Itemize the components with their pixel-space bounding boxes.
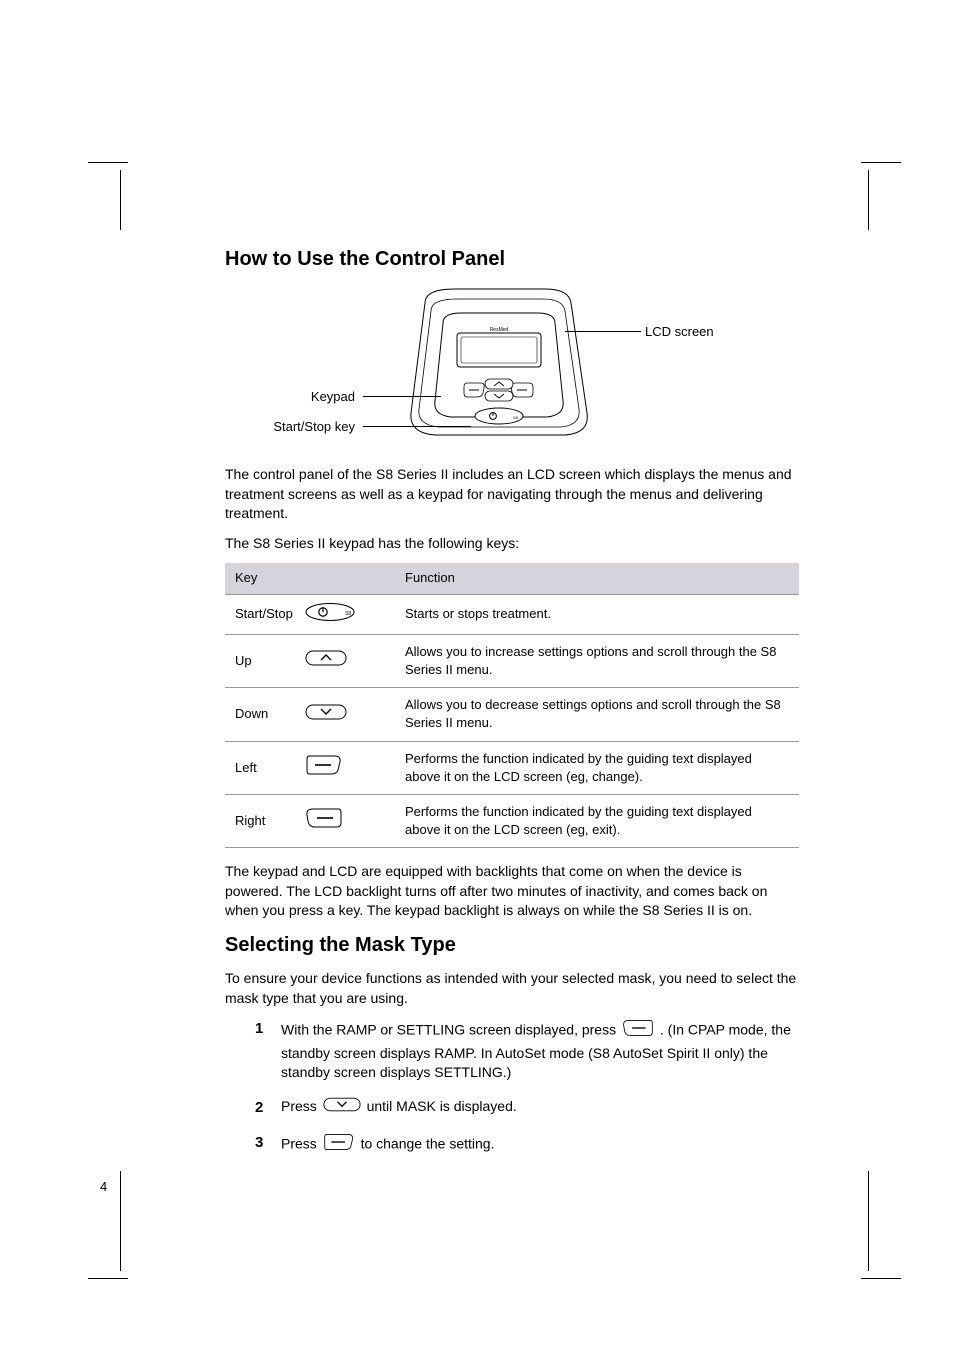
key-function: Performs the function indicated by the g… <box>395 741 799 794</box>
key-function: Performs the function indicated by the g… <box>395 794 799 847</box>
svg-text:ResMed: ResMed <box>490 327 509 333</box>
table-header-function: Function <box>395 563 799 594</box>
steps-list: 1 With the RAMP or SETTLING screen displ… <box>255 1018 799 1157</box>
step-number: 1 <box>255 1018 263 1039</box>
crop-mark <box>868 1171 869 1271</box>
paragraph-intro1: The control panel of the S8 Series II in… <box>225 465 799 524</box>
keys-table: Key Function Start/Stop Starts or stops … <box>225 563 799 848</box>
crop-mark <box>88 1278 128 1279</box>
table-row: Down Allows you to decrease settings opt… <box>225 688 799 741</box>
table-row: Right Performs the function indicated by… <box>225 794 799 847</box>
left-icon <box>323 1132 355 1158</box>
step-item: 2 Press until MASK is displayed. <box>255 1097 799 1118</box>
crop-mark <box>120 1171 121 1271</box>
step-text-post: to change the setting. <box>361 1135 495 1151</box>
step-text-post: until MASK is displayed. <box>367 1098 517 1114</box>
key-function: Allows you to increase settings options … <box>395 634 799 687</box>
left-icon <box>305 754 343 781</box>
up-icon <box>305 650 347 671</box>
crop-mark <box>868 170 869 230</box>
leader-line <box>363 426 471 427</box>
section-heading-control-panel: How to Use the Control Panel <box>225 245 799 273</box>
key-function: Allows you to decrease settings options … <box>395 688 799 741</box>
key-function: Starts or stops treatment. <box>395 594 799 634</box>
step-number: 2 <box>255 1097 263 1118</box>
diagram-label-keypad: Keypad <box>260 388 355 406</box>
paragraph-outro: The keypad and LCD are equipped with bac… <box>225 862 799 921</box>
step-item: 1 With the RAMP or SETTLING screen displ… <box>255 1018 799 1083</box>
leader-line <box>363 396 441 397</box>
key-name: Left <box>235 759 297 777</box>
down-icon <box>323 1097 361 1118</box>
table-row: Start/Stop Starts or stops treatment. <box>225 594 799 634</box>
right-icon <box>305 807 343 834</box>
page-number: 4 <box>100 1178 107 1196</box>
table-row: Up Allows you to increase settings optio… <box>225 634 799 687</box>
step-text-pre: Press <box>281 1135 321 1151</box>
down-icon <box>305 704 347 725</box>
diagram-label-lcd: LCD screen <box>645 323 714 341</box>
step-number: 3 <box>255 1132 263 1153</box>
paragraph-intro2: The S8 Series II keypad has the followin… <box>225 534 799 554</box>
device-diagram: ResMed S8 <box>225 283 799 453</box>
key-name: Start/Stop <box>235 605 297 623</box>
device-svg: ResMed S8 <box>395 283 615 448</box>
crop-mark <box>861 162 901 163</box>
table-header-key: Key <box>225 563 395 594</box>
key-name: Down <box>235 705 297 723</box>
crop-mark <box>861 1278 901 1279</box>
key-name: Right <box>235 812 297 830</box>
key-name: Up <box>235 652 297 670</box>
section-heading-mask-type: Selecting the Mask Type <box>225 931 799 959</box>
step-text-pre: Press <box>281 1098 321 1114</box>
paragraph-mask-intro: To ensure your device functions as inten… <box>225 969 799 1008</box>
crop-mark <box>120 170 161 230</box>
crop-mark <box>88 162 128 163</box>
power-icon <box>305 603 355 626</box>
svg-text:S8: S8 <box>513 415 519 420</box>
leader-line <box>565 331 641 332</box>
step-text-pre: With the RAMP or SETTLING screen display… <box>281 1022 620 1038</box>
step-item: 3 Press to change the setting. <box>255 1132 799 1158</box>
table-row: Left Performs the function indicated by … <box>225 741 799 794</box>
document-page: How to Use the Control Panel ResMed <box>0 0 954 1351</box>
diagram-label-startstop: Start/Stop key <box>220 418 355 436</box>
right-icon <box>622 1018 654 1044</box>
